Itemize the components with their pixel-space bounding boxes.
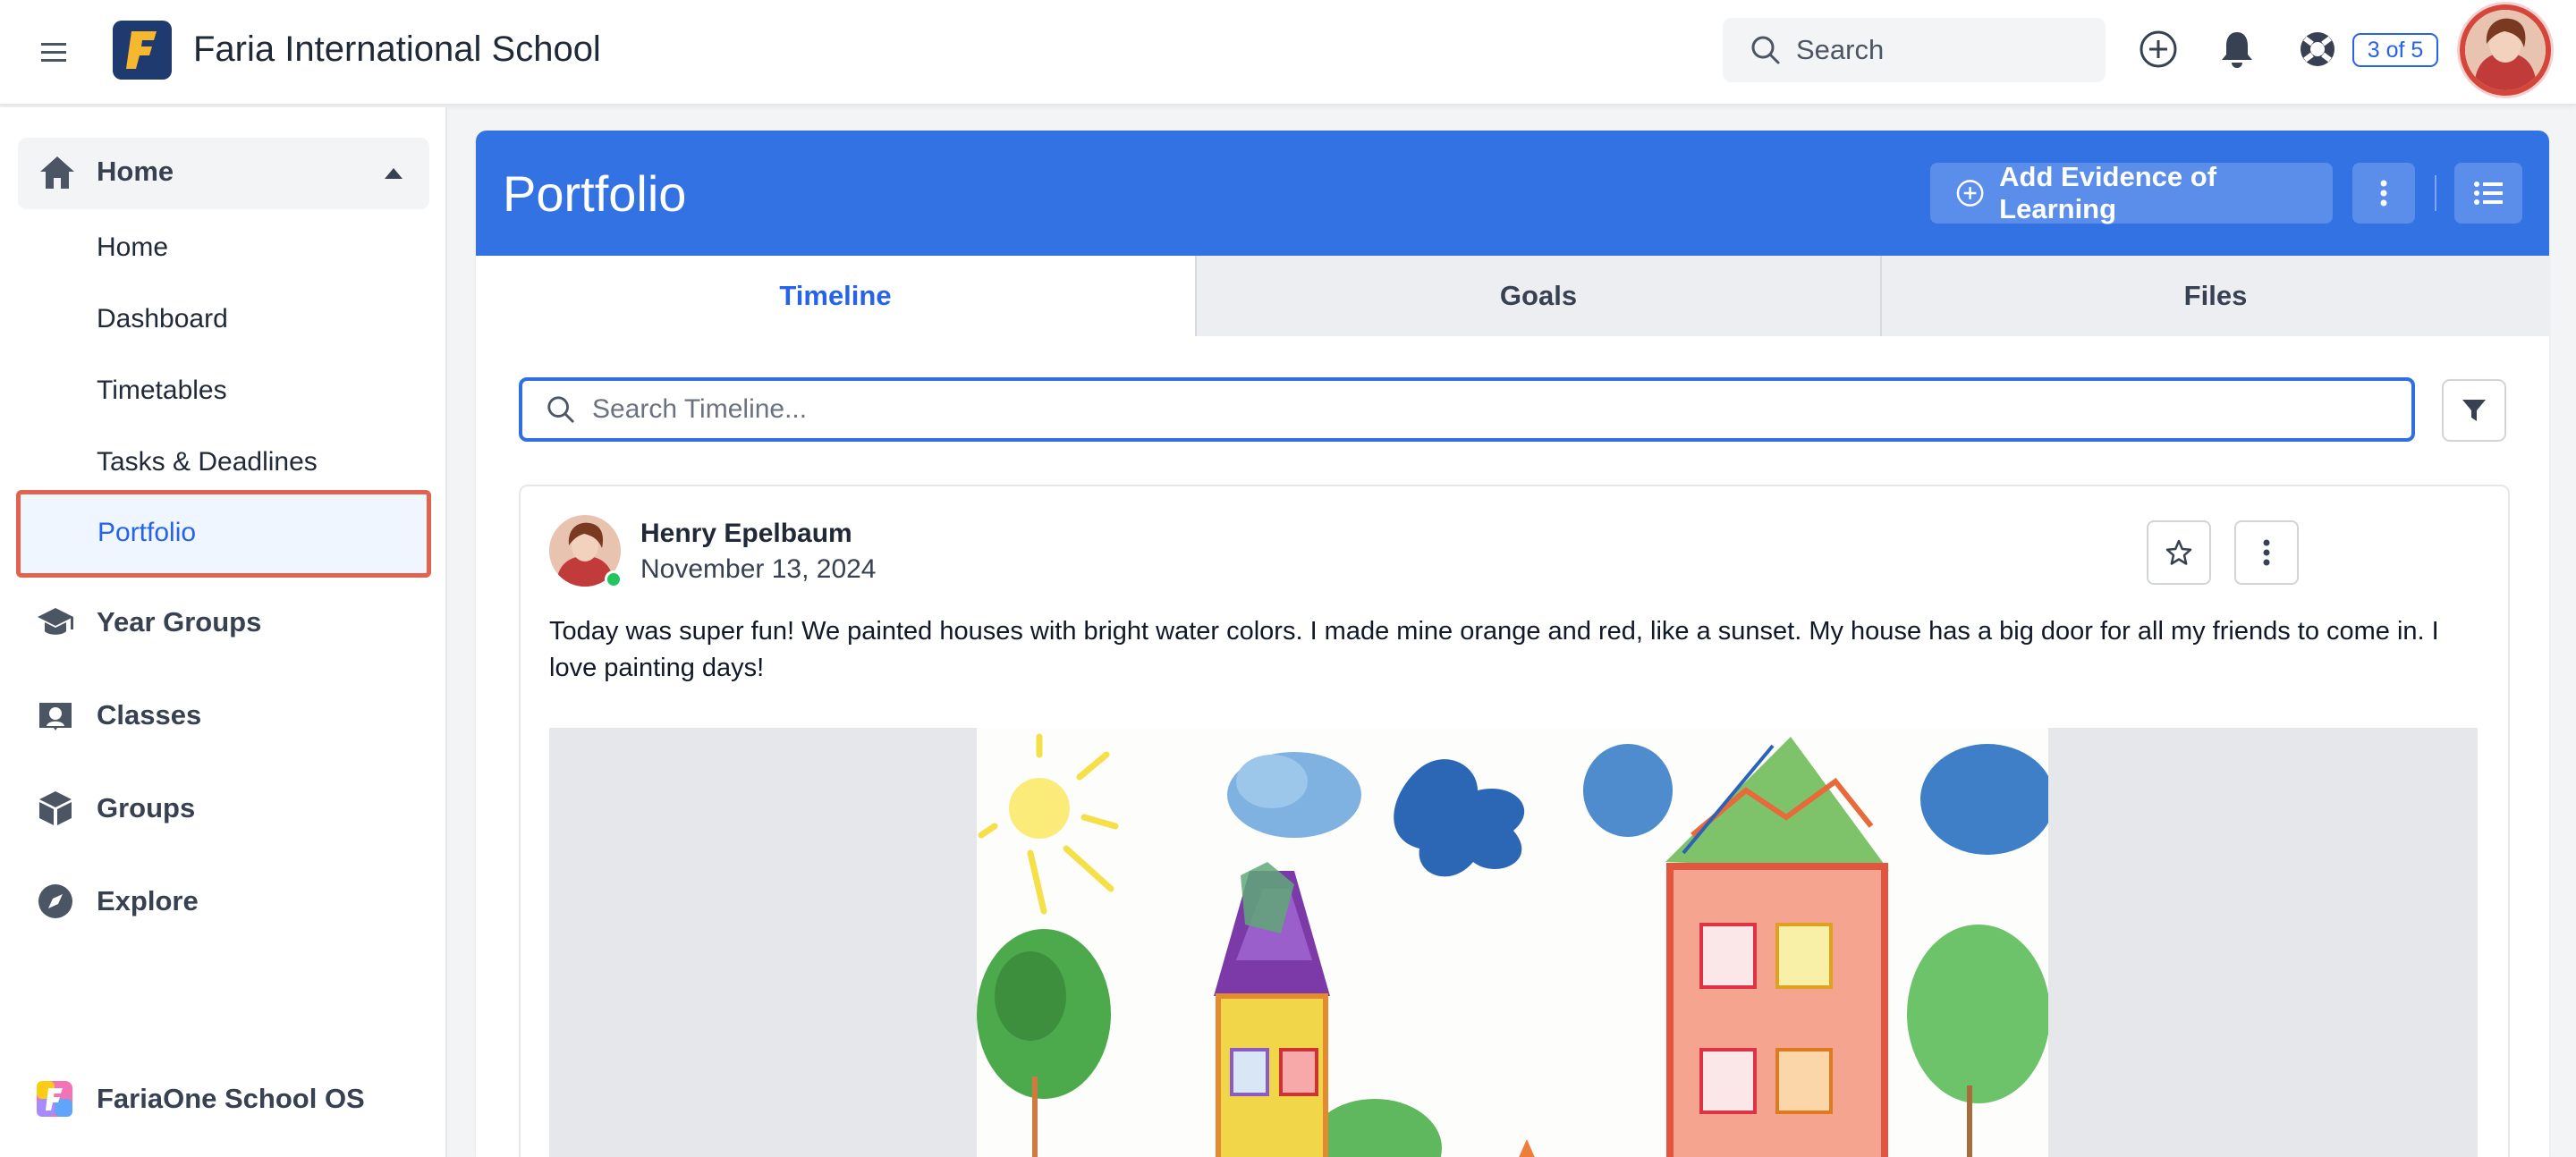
header-divider	[2435, 175, 2436, 211]
add-circle-icon	[1956, 180, 1984, 207]
global-search[interactable]: Search	[1723, 18, 2106, 82]
fariaone-logo	[37, 1081, 72, 1117]
watercolor-painting-image[interactable]	[977, 728, 2048, 1157]
graduation-cap-icon	[38, 608, 73, 635]
post-more-button[interactable]	[2234, 520, 2299, 585]
top-bar: Faria International School Search 3 of 5	[0, 0, 2576, 106]
portfolio-tabs: Timeline Goals Files	[476, 256, 2549, 336]
sidebar-item-explore[interactable]: Explore	[36, 874, 199, 928]
tab-files[interactable]: Files	[1880, 256, 2549, 336]
sidebar-section-label: Home	[97, 156, 174, 187]
sidebar-item-year-groups[interactable]: Year Groups	[36, 595, 261, 649]
portfolio-panel: Portfolio Add Evidence of Learning Timel…	[476, 131, 2549, 1157]
post-body: Today was super fun! We painted houses w…	[549, 617, 2439, 682]
search-icon	[1751, 36, 1780, 64]
faria-logo[interactable]	[113, 21, 172, 80]
lifebuoy-icon[interactable]	[2295, 27, 2340, 72]
compass-icon	[38, 884, 72, 918]
sidebar-item-timetables[interactable]: Timetables	[97, 376, 227, 406]
sidebar-item-portfolio[interactable]: Portfolio	[16, 490, 431, 578]
kebab-icon	[2380, 180, 2387, 207]
sidebar-item-classes[interactable]: Classes	[36, 688, 201, 742]
timeline-search-input[interactable]	[592, 394, 2292, 425]
filter-button[interactable]	[2442, 379, 2506, 442]
classes-icon	[39, 703, 72, 731]
school-name[interactable]: Faria International School	[193, 27, 601, 72]
post-author[interactable]: Henry Epelbaum	[640, 519, 852, 549]
sidebar-section-home[interactable]: Home	[18, 138, 429, 209]
online-status-dot	[605, 570, 623, 588]
menu-icon[interactable]	[36, 34, 72, 70]
sidebar-item-dashboard[interactable]: Dashboard	[97, 304, 228, 334]
kebab-icon	[2263, 539, 2270, 566]
sidebar-item-label: Year Groups	[97, 606, 262, 638]
tab-timeline[interactable]: Timeline	[476, 256, 1195, 336]
fariaone-school-os-link[interactable]: FariaOne School OS	[36, 1077, 365, 1121]
star-icon	[2165, 539, 2192, 565]
sidebar-item-label: Groups	[97, 792, 196, 823]
help-progress-badge[interactable]: 3 of 5	[2352, 33, 2438, 67]
timeline-search[interactable]	[519, 377, 2415, 442]
caret-up-icon[interactable]	[385, 168, 402, 179]
fariaone-label: FariaOne School OS	[97, 1083, 365, 1114]
add-evidence-label: Add Evidence of Learning	[1999, 161, 2217, 224]
portfolio-header: Portfolio Add Evidence of Learning	[476, 131, 2549, 256]
filter-icon	[2462, 400, 2486, 421]
list-view-button[interactable]	[2454, 163, 2522, 224]
favorite-button[interactable]	[2147, 520, 2211, 585]
page-title: Portfolio	[503, 165, 687, 222]
bell-icon[interactable]	[2215, 27, 2259, 72]
list-icon	[2474, 182, 2503, 205]
home-icon	[40, 156, 74, 189]
more-options-button[interactable]	[2352, 163, 2415, 224]
search-placeholder: Search	[1796, 34, 1885, 65]
user-avatar[interactable]	[2460, 4, 2551, 96]
sidebar-item-tasks-deadlines[interactable]: Tasks & Deadlines	[97, 447, 318, 477]
sidebar-item-portfolio-label: Portfolio	[97, 518, 197, 547]
sidebar-item-home[interactable]: Home	[97, 232, 168, 263]
cube-icon	[39, 791, 72, 825]
sidebar-item-label: Classes	[97, 699, 202, 731]
sidebar-item-groups[interactable]: Groups	[36, 781, 195, 835]
sidebar: Home Home Dashboard Timetables Tasks & D…	[0, 107, 447, 1157]
tab-goals[interactable]: Goals	[1195, 256, 1880, 336]
post-date: November 13, 2024	[640, 554, 877, 584]
add-circle-icon[interactable]	[2136, 27, 2181, 72]
search-icon	[547, 396, 574, 423]
timeline-post: Henry Epelbaum November 13, 2024 Today w…	[519, 485, 2510, 1157]
post-media[interactable]	[549, 728, 2478, 1157]
sidebar-item-label: Explore	[97, 885, 199, 916]
add-evidence-button[interactable]: Add Evidence of Learning	[1930, 161, 2333, 224]
